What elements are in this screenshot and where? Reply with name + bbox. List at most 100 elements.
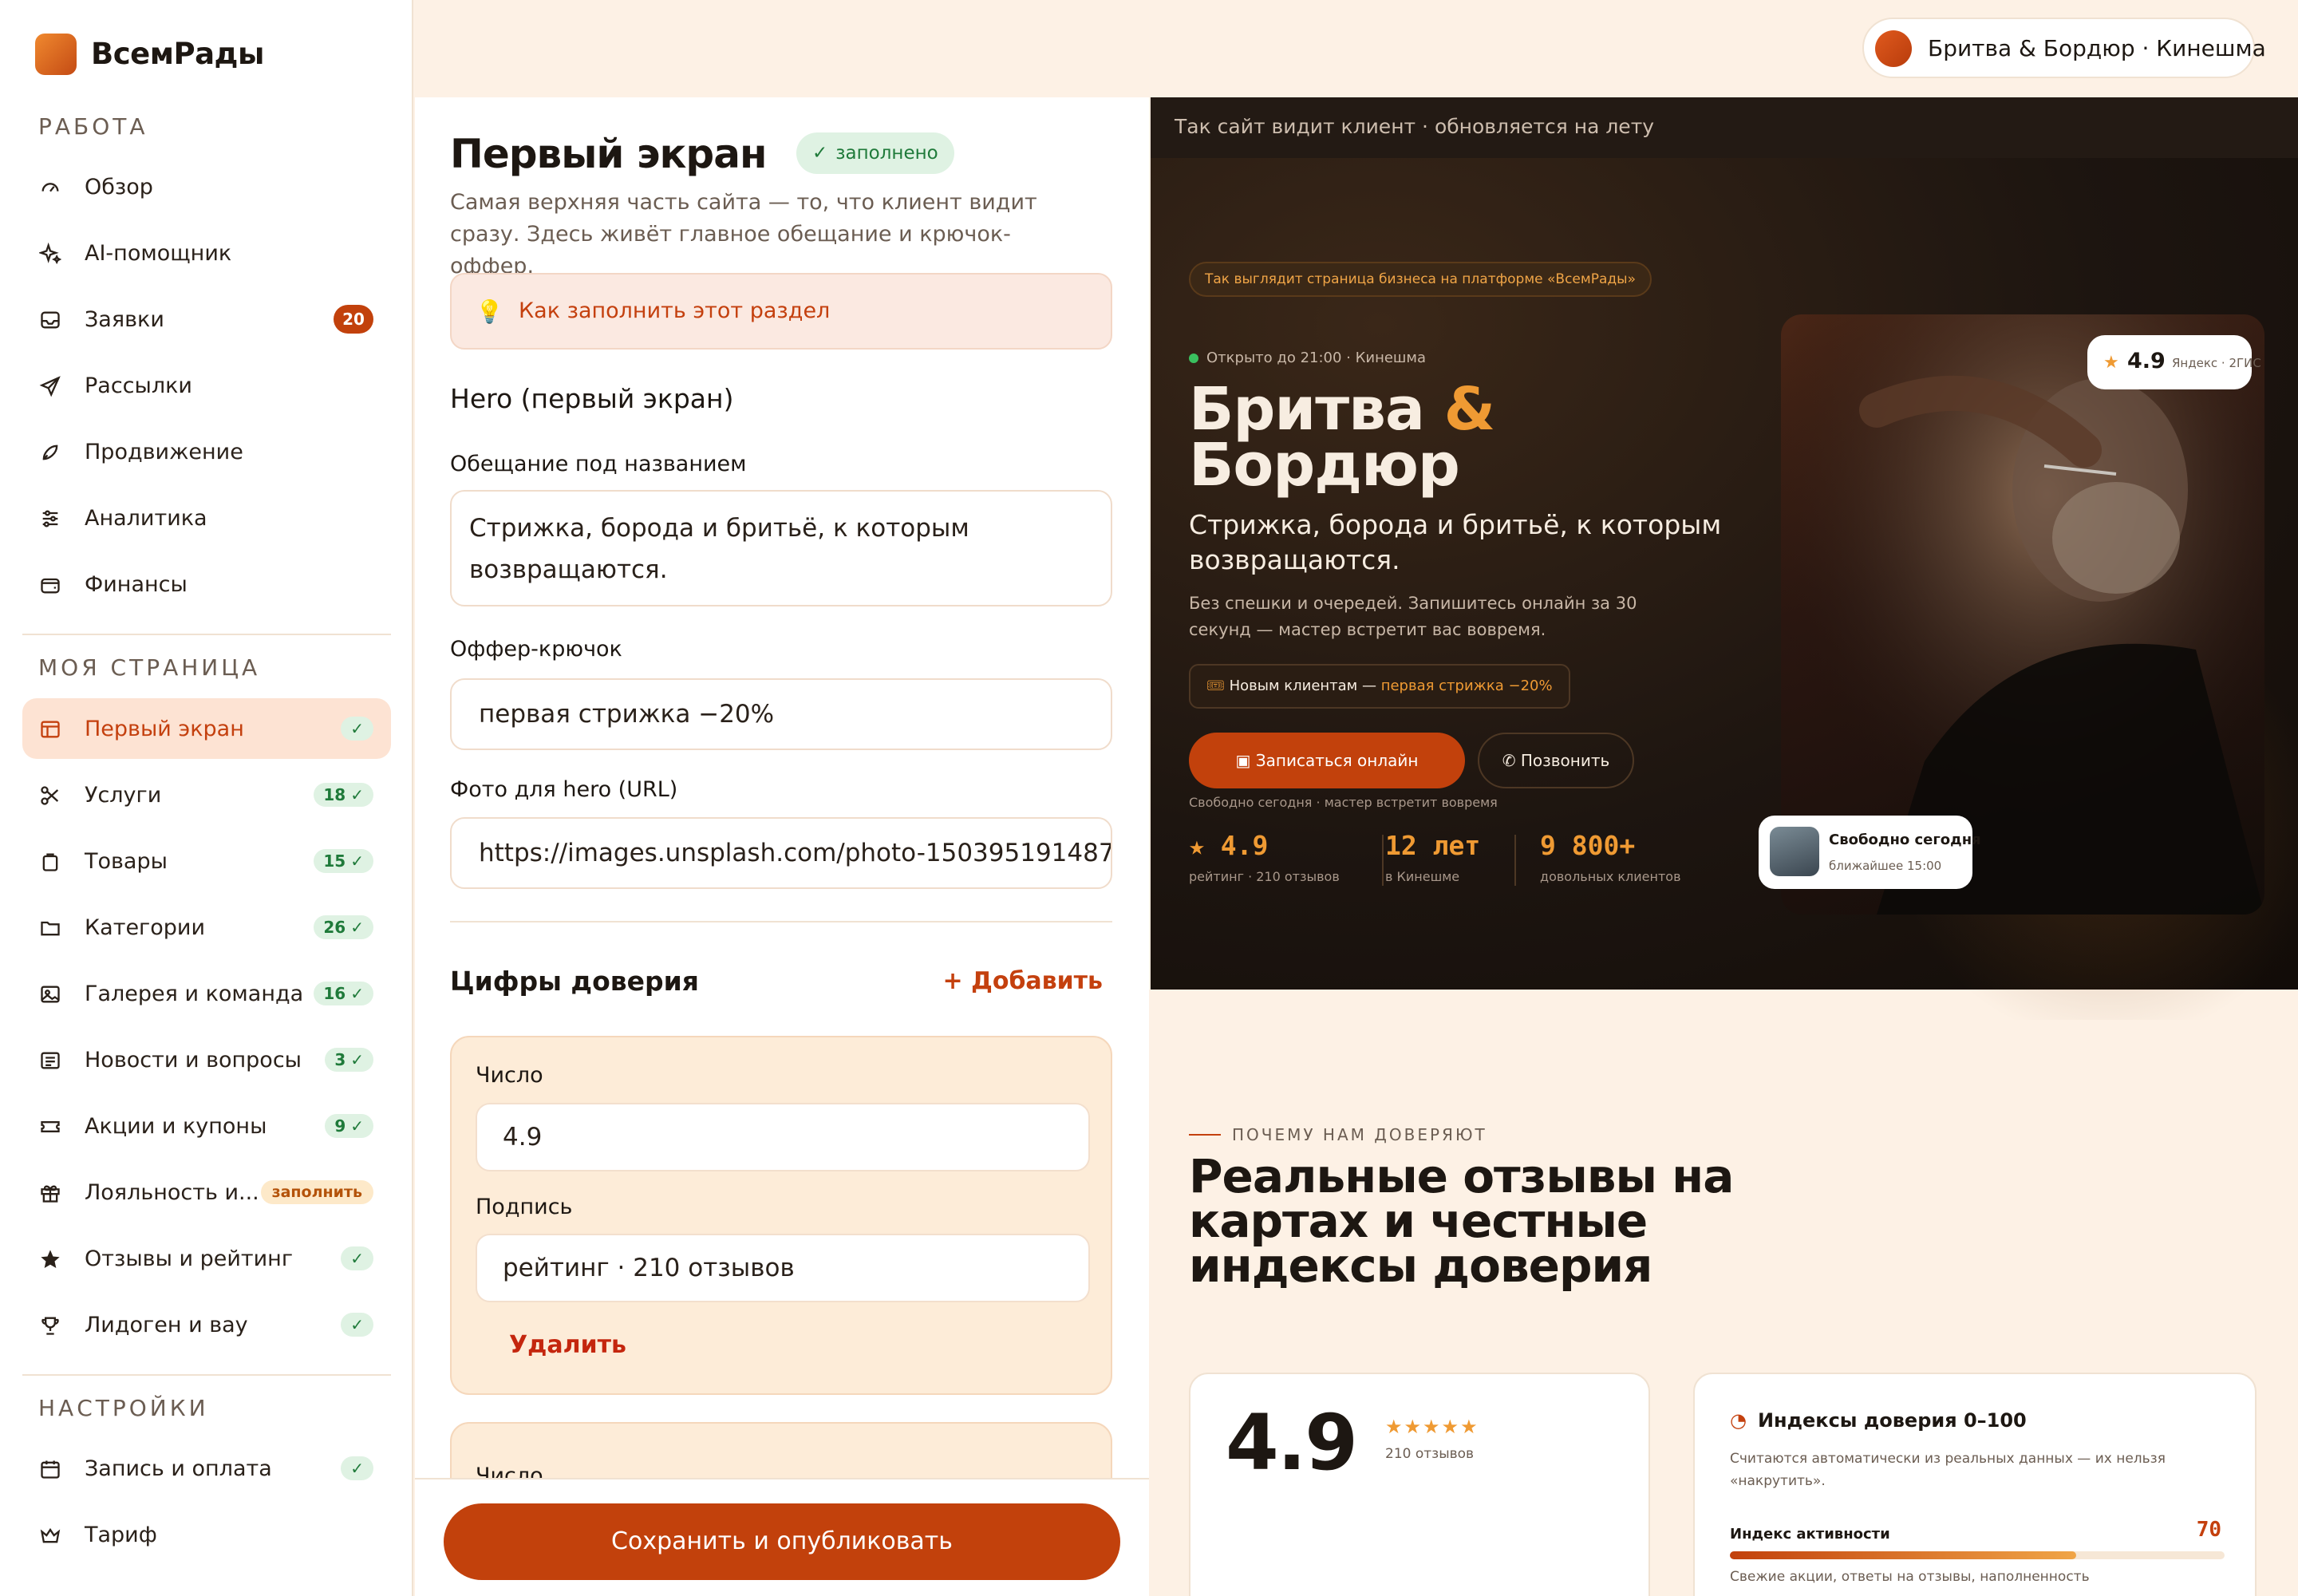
- sidebar-item-requests[interactable]: Заявки 20: [22, 289, 391, 350]
- star-icon: [38, 1247, 62, 1271]
- index-value: 70: [2196, 1518, 2221, 1542]
- check-icon: ✓: [812, 143, 828, 164]
- count-badge: 3 ✓: [325, 1048, 373, 1072]
- offer-prefix: Новым клиентам —: [1229, 678, 1381, 694]
- call-button[interactable]: ✆ Позвонить: [1478, 733, 1634, 788]
- hero-description: Без спешки и очередей. Запишитесь онлайн…: [1189, 594, 1637, 639]
- sidebar-item-leadgen[interactable]: Лидоген и вау ✓: [22, 1294, 391, 1355]
- sidebar-item-tariff[interactable]: Тариф: [22, 1504, 391, 1565]
- done-badge: ✓: [341, 717, 373, 741]
- index-progress-fill: [1730, 1551, 2076, 1559]
- sidebar: ВсемРады РАБОТА Обзор AI-помощник Заявки…: [0, 0, 413, 1596]
- book-online-button[interactable]: ▣ Записаться онлайн: [1189, 733, 1465, 788]
- sidebar-item-analytics[interactable]: Аналитика: [22, 488, 391, 548]
- add-trust-item-button[interactable]: + Добавить: [943, 967, 1103, 995]
- check-icon: ✓: [350, 918, 364, 937]
- sidebar-item-label: Новости и вопросы: [85, 1047, 302, 1073]
- offer-input[interactable]: первая стрижка −20%: [450, 678, 1112, 750]
- sidebar-item-label: Категории: [85, 915, 205, 940]
- sidebar-item-categories[interactable]: Категории 26 ✓: [22, 897, 391, 958]
- folder-icon: [38, 916, 62, 940]
- lightbulb-icon: 💡: [476, 298, 503, 325]
- sidebar-item-loyalty[interactable]: Лояльность и... заполнить: [22, 1162, 391, 1223]
- title-line2: Бордюр: [1189, 431, 1460, 500]
- stat-value: 9 800+: [1540, 830, 1636, 861]
- calendar-icon: ▣: [1235, 751, 1256, 770]
- crown-icon: [38, 1523, 62, 1547]
- sidebar-item-label: Финансы: [85, 571, 188, 597]
- hero-subtitle: Стрижка, борода и бритьё, к которым возв…: [1189, 509, 1722, 575]
- sidebar-item-first-screen[interactable]: Первый экран ✓: [22, 698, 391, 759]
- check-icon: ✓: [350, 1249, 364, 1268]
- sidebar-item-label: Заявки: [85, 306, 164, 332]
- section-divider: [450, 921, 1112, 922]
- sidebar-item-label: Товары: [85, 848, 168, 874]
- phone-icon: ✆: [1502, 751, 1521, 770]
- check-icon: ✓: [350, 1050, 364, 1069]
- photo-url-label: Фото для hero (URL): [450, 777, 678, 802]
- sidebar-item-promos-coupons[interactable]: Акции и купоны 9 ✓: [22, 1096, 391, 1156]
- why-trust-label: ПОЧЕМУ НАМ ДОВЕРЯЮТ: [1189, 1125, 1487, 1144]
- sidebar-item-label: Тариф: [85, 1522, 157, 1547]
- sidebar-item-mailings[interactable]: Рассылки: [22, 355, 391, 416]
- photo-url-input[interactable]: https://images.unsplash.com/photo-150395…: [450, 817, 1112, 889]
- sidebar-divider: [22, 634, 391, 635]
- caption-input[interactable]: рейтинг · 210 отзывов: [476, 1234, 1090, 1302]
- sidebar-item-promotion[interactable]: Продвижение: [22, 421, 391, 482]
- count-badge: 26 ✓: [314, 915, 373, 939]
- stat-rating: ★ 4.9 рейтинг · 210 отзывов: [1189, 830, 1340, 884]
- sidebar-item-overview[interactable]: Обзор: [22, 156, 391, 217]
- save-publish-button[interactable]: Сохранить и опубликовать: [444, 1503, 1120, 1580]
- rocket-icon: [38, 440, 62, 464]
- number-label: Число: [476, 1063, 543, 1088]
- review-count: 210 отзывов: [1385, 1446, 1475, 1462]
- sidebar-item-ai-assistant[interactable]: AI-помощник: [22, 223, 391, 283]
- sidebar-item-finance[interactable]: Финансы: [22, 554, 391, 614]
- index-title-text: Индексы доверия 0–100: [1757, 1409, 2027, 1432]
- count: 15: [323, 851, 346, 871]
- hint-text: Как заполнить этот раздел: [519, 298, 831, 323]
- sidebar-item-label: Услуги: [85, 782, 162, 808]
- sidebar-item-reviews-rating[interactable]: Отзывы и рейтинг ✓: [22, 1228, 391, 1289]
- index-name: Индекс активности: [1730, 1526, 1890, 1543]
- sidebar-item-booking-payment[interactable]: Запись и оплата ✓: [22, 1438, 391, 1499]
- trust-item-card: Число 4.9 Подпись рейтинг · 210 отзывов …: [450, 1036, 1112, 1395]
- sidebar-item-products[interactable]: Товары 15 ✓: [22, 831, 391, 891]
- count-badge: 9 ✓: [325, 1114, 373, 1138]
- sliders-icon: [38, 507, 62, 531]
- check-icon: ✓: [350, 1116, 364, 1136]
- sidebar-item-gallery-team[interactable]: Галерея и команда 16 ✓: [22, 963, 391, 1024]
- check-icon: ✓: [350, 1315, 364, 1334]
- sidebar-item-label: Отзывы и рейтинг: [85, 1246, 294, 1271]
- preview-caption: Так сайт видит клиент · обновляется на л…: [1175, 115, 1655, 138]
- hero-heading: Hero (первый экран): [450, 383, 734, 414]
- sidebar-item-label: Первый экран: [85, 716, 244, 741]
- free-today-card: Свободно сегодня ближайшее 15:00: [1759, 816, 1981, 889]
- number-input[interactable]: 4.9: [476, 1103, 1090, 1171]
- why-label-text: ПОЧЕМУ НАМ ДОВЕРЯЮТ: [1232, 1125, 1487, 1144]
- sidebar-item-news-faq[interactable]: Новости и вопросы 3 ✓: [22, 1029, 391, 1090]
- wallet-icon: [38, 573, 62, 597]
- ticket-icon: [38, 1115, 62, 1139]
- promise-textarea[interactable]: Стрижка, борода и бритьё, к которым возв…: [450, 490, 1112, 606]
- sidebar-item-services[interactable]: Услуги 18 ✓: [22, 764, 391, 825]
- how-to-fill-hint[interactable]: 💡 Как заполнить этот раздел: [450, 273, 1112, 350]
- trophy-icon: [38, 1314, 62, 1337]
- section-title-my-page: МОЯ СТРАНИЦА: [38, 654, 261, 681]
- count: 16: [323, 984, 346, 1003]
- rating-value: 4.9: [2127, 349, 2166, 373]
- free-subtitle: ближайшее 15:00: [1829, 859, 1942, 873]
- sidebar-item-label: Галерея и команда: [85, 981, 304, 1006]
- requests-count-badge: 20: [334, 305, 373, 334]
- hero-title: Бритва & Бордюр: [1189, 380, 1495, 495]
- index-title: ◔ Индексы доверия 0–100: [1730, 1409, 2027, 1432]
- free-title: Свободно сегодня: [1829, 832, 1981, 848]
- live-preview: Так сайт видит клиент · обновляется на л…: [1151, 97, 2298, 1596]
- open-status: Открыто до 21:00 · Кинешма: [1189, 350, 1426, 366]
- platform-tag: Так выглядит страница бизнеса на платфор…: [1189, 262, 1652, 297]
- fill-in-badge: заполнить: [260, 1180, 373, 1204]
- business-switcher[interactable]: Бритва & Бордюр · Кинешма: [1862, 18, 2266, 78]
- count: 3: [334, 1050, 346, 1069]
- delete-trust-item-button[interactable]: Удалить: [509, 1331, 626, 1359]
- business-name: Бритва & Бордюр · Кинешма: [1928, 35, 2266, 61]
